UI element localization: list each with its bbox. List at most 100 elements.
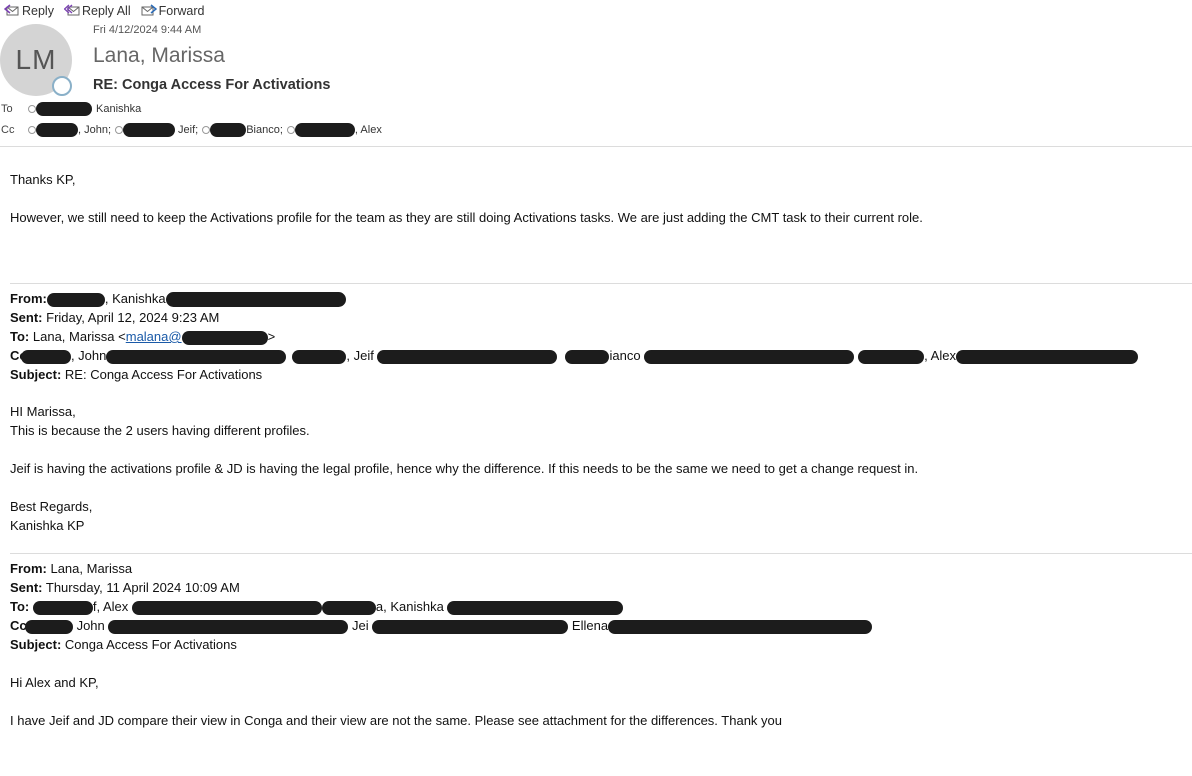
msg1-to: To: Lana, Marissa <malana@ > <box>10 327 275 346</box>
redaction <box>32 600 93 615</box>
from-label: From: <box>10 561 47 576</box>
presence-status-icon <box>52 76 72 96</box>
reply-label: Reply <box>22 4 54 18</box>
redaction <box>181 330 268 345</box>
from-label: From: <box>10 291 47 306</box>
reply-all-icon <box>63 4 80 18</box>
redaction <box>20 349 71 364</box>
subject-value: Conga Access For Activations <box>64 637 237 652</box>
subject-value: RE: Conga Access For Activations <box>64 367 263 382</box>
redaction <box>644 349 855 364</box>
to-value: Lana, Marissa < <box>32 329 126 344</box>
reply-all-button[interactable]: Reply All <box>63 4 131 18</box>
to-value: f, Alex <box>92 599 129 614</box>
redaction <box>36 123 78 137</box>
from-value: , Kanishka <box>104 291 166 306</box>
redaction <box>955 349 1138 364</box>
quoted-divider <box>10 553 1192 554</box>
sent-label: Sent: <box>10 580 43 595</box>
msg1-line: HI Marissa, <box>10 404 76 419</box>
redaction <box>294 123 355 137</box>
to-value: a, Kanishka <box>375 599 444 614</box>
redaction <box>131 600 322 615</box>
header-divider <box>0 146 1192 147</box>
msg1-line: Jeif is having the activations profile &… <box>10 461 919 476</box>
body-greeting: Thanks KP, <box>10 172 76 187</box>
forward-button[interactable]: Forward <box>141 4 205 18</box>
to-label: To <box>1 103 13 115</box>
recipient-presence-icon <box>286 126 295 134</box>
redaction <box>858 349 925 364</box>
msg1-from: From: , Kanishka <box>10 289 346 308</box>
recipient-presence-icon <box>202 126 211 134</box>
sent-label: Sent: <box>10 310 43 325</box>
reply-icon <box>4 4 20 18</box>
message-date: Fri 4/12/2024 9:44 AM <box>93 24 202 36</box>
msg1-sent: Sent: Friday, April 12, 2024 9:23 AM <box>10 308 219 327</box>
to-recipient[interactable]: Kanishka <box>96 103 141 115</box>
sent-value: Thursday, 11 April 2024 10:09 AM <box>45 580 240 595</box>
to-label: To: <box>10 329 30 344</box>
msg1-subject: Subject: RE: Conga Access For Activation… <box>10 365 262 384</box>
recipient-presence-icon <box>28 105 36 113</box>
to-label: To: <box>10 599 30 614</box>
msg1-line: Best Regards, <box>10 499 93 514</box>
redaction <box>565 349 610 364</box>
cc-row: Cc , John; Jeif; Bianco; , Alex <box>0 123 386 137</box>
redaction <box>210 123 247 137</box>
recipient-presence-icon <box>28 126 36 134</box>
redaction <box>321 600 376 615</box>
cc-value: Ellena <box>571 618 609 633</box>
msg1-line: Kanishka KP <box>10 518 85 533</box>
sent-value: Friday, April 12, 2024 9:23 AM <box>46 310 220 325</box>
redaction <box>108 619 349 634</box>
from-value: Lana, Marissa <box>50 561 133 576</box>
email-link[interactable]: malana@ <box>126 329 182 344</box>
cc-label: Cc <box>1 124 15 136</box>
subject-label: Subject: <box>10 637 62 652</box>
body-paragraph: However, we still need to keep the Activ… <box>10 210 923 225</box>
quoted-divider <box>10 283 1192 284</box>
msg2-line: Hi Alex and KP, <box>10 675 99 690</box>
cc-value: , Jeif <box>346 348 374 363</box>
cc-recipient[interactable]: Jeif; <box>178 124 198 136</box>
redaction <box>447 600 624 615</box>
cc-value: John <box>76 618 105 633</box>
recipient-presence-icon <box>115 126 124 134</box>
redaction <box>165 292 346 308</box>
redaction <box>123 123 176 137</box>
to-row: To Kanishka <box>0 102 141 116</box>
cc-recipient[interactable]: , John; <box>78 124 111 136</box>
subject-label: Subject: <box>10 367 62 382</box>
to-close: > <box>267 329 276 344</box>
msg2-cc: Cc: John Jei Ellena <box>10 616 873 635</box>
forward-icon <box>141 4 157 18</box>
msg1-line: This is because the 2 users having diffe… <box>10 423 310 438</box>
redaction <box>46 292 105 307</box>
cc-value: , Alex <box>924 348 956 363</box>
msg2-subject: Subject: Conga Access For Activations <box>10 635 237 654</box>
msg2-to: To: f, Alex a, Kanishka <box>10 597 624 616</box>
msg2-line: I have Jeif and JD compare their view in… <box>10 713 783 728</box>
redaction <box>608 619 873 634</box>
redaction <box>292 349 347 364</box>
reply-button[interactable]: Reply <box>4 4 54 18</box>
cc-value: ianco <box>609 348 641 363</box>
cc-value: Jei <box>352 618 369 633</box>
redaction <box>36 102 92 116</box>
redaction <box>24 619 73 634</box>
avatar-initials: LM <box>15 44 57 75</box>
sender-name[interactable]: Lana, Marissa <box>93 44 225 68</box>
message-toolbar: Reply Reply All Forward <box>4 2 204 20</box>
forward-label: Forward <box>158 4 205 18</box>
cc-recipient[interactable]: , Alex <box>355 124 382 136</box>
redaction <box>106 349 287 364</box>
redaction <box>372 619 569 634</box>
cc-recipient[interactable]: Bianco; <box>246 124 283 136</box>
cc-value: , John <box>70 348 107 363</box>
msg2-sent: Sent: Thursday, 11 April 2024 10:09 AM <box>10 578 240 597</box>
reply-all-label: Reply All <box>81 4 131 18</box>
redaction <box>377 349 558 364</box>
msg2-from: From: Lana, Marissa <box>10 559 132 578</box>
message-subject: RE: Conga Access For Activations <box>93 77 331 93</box>
